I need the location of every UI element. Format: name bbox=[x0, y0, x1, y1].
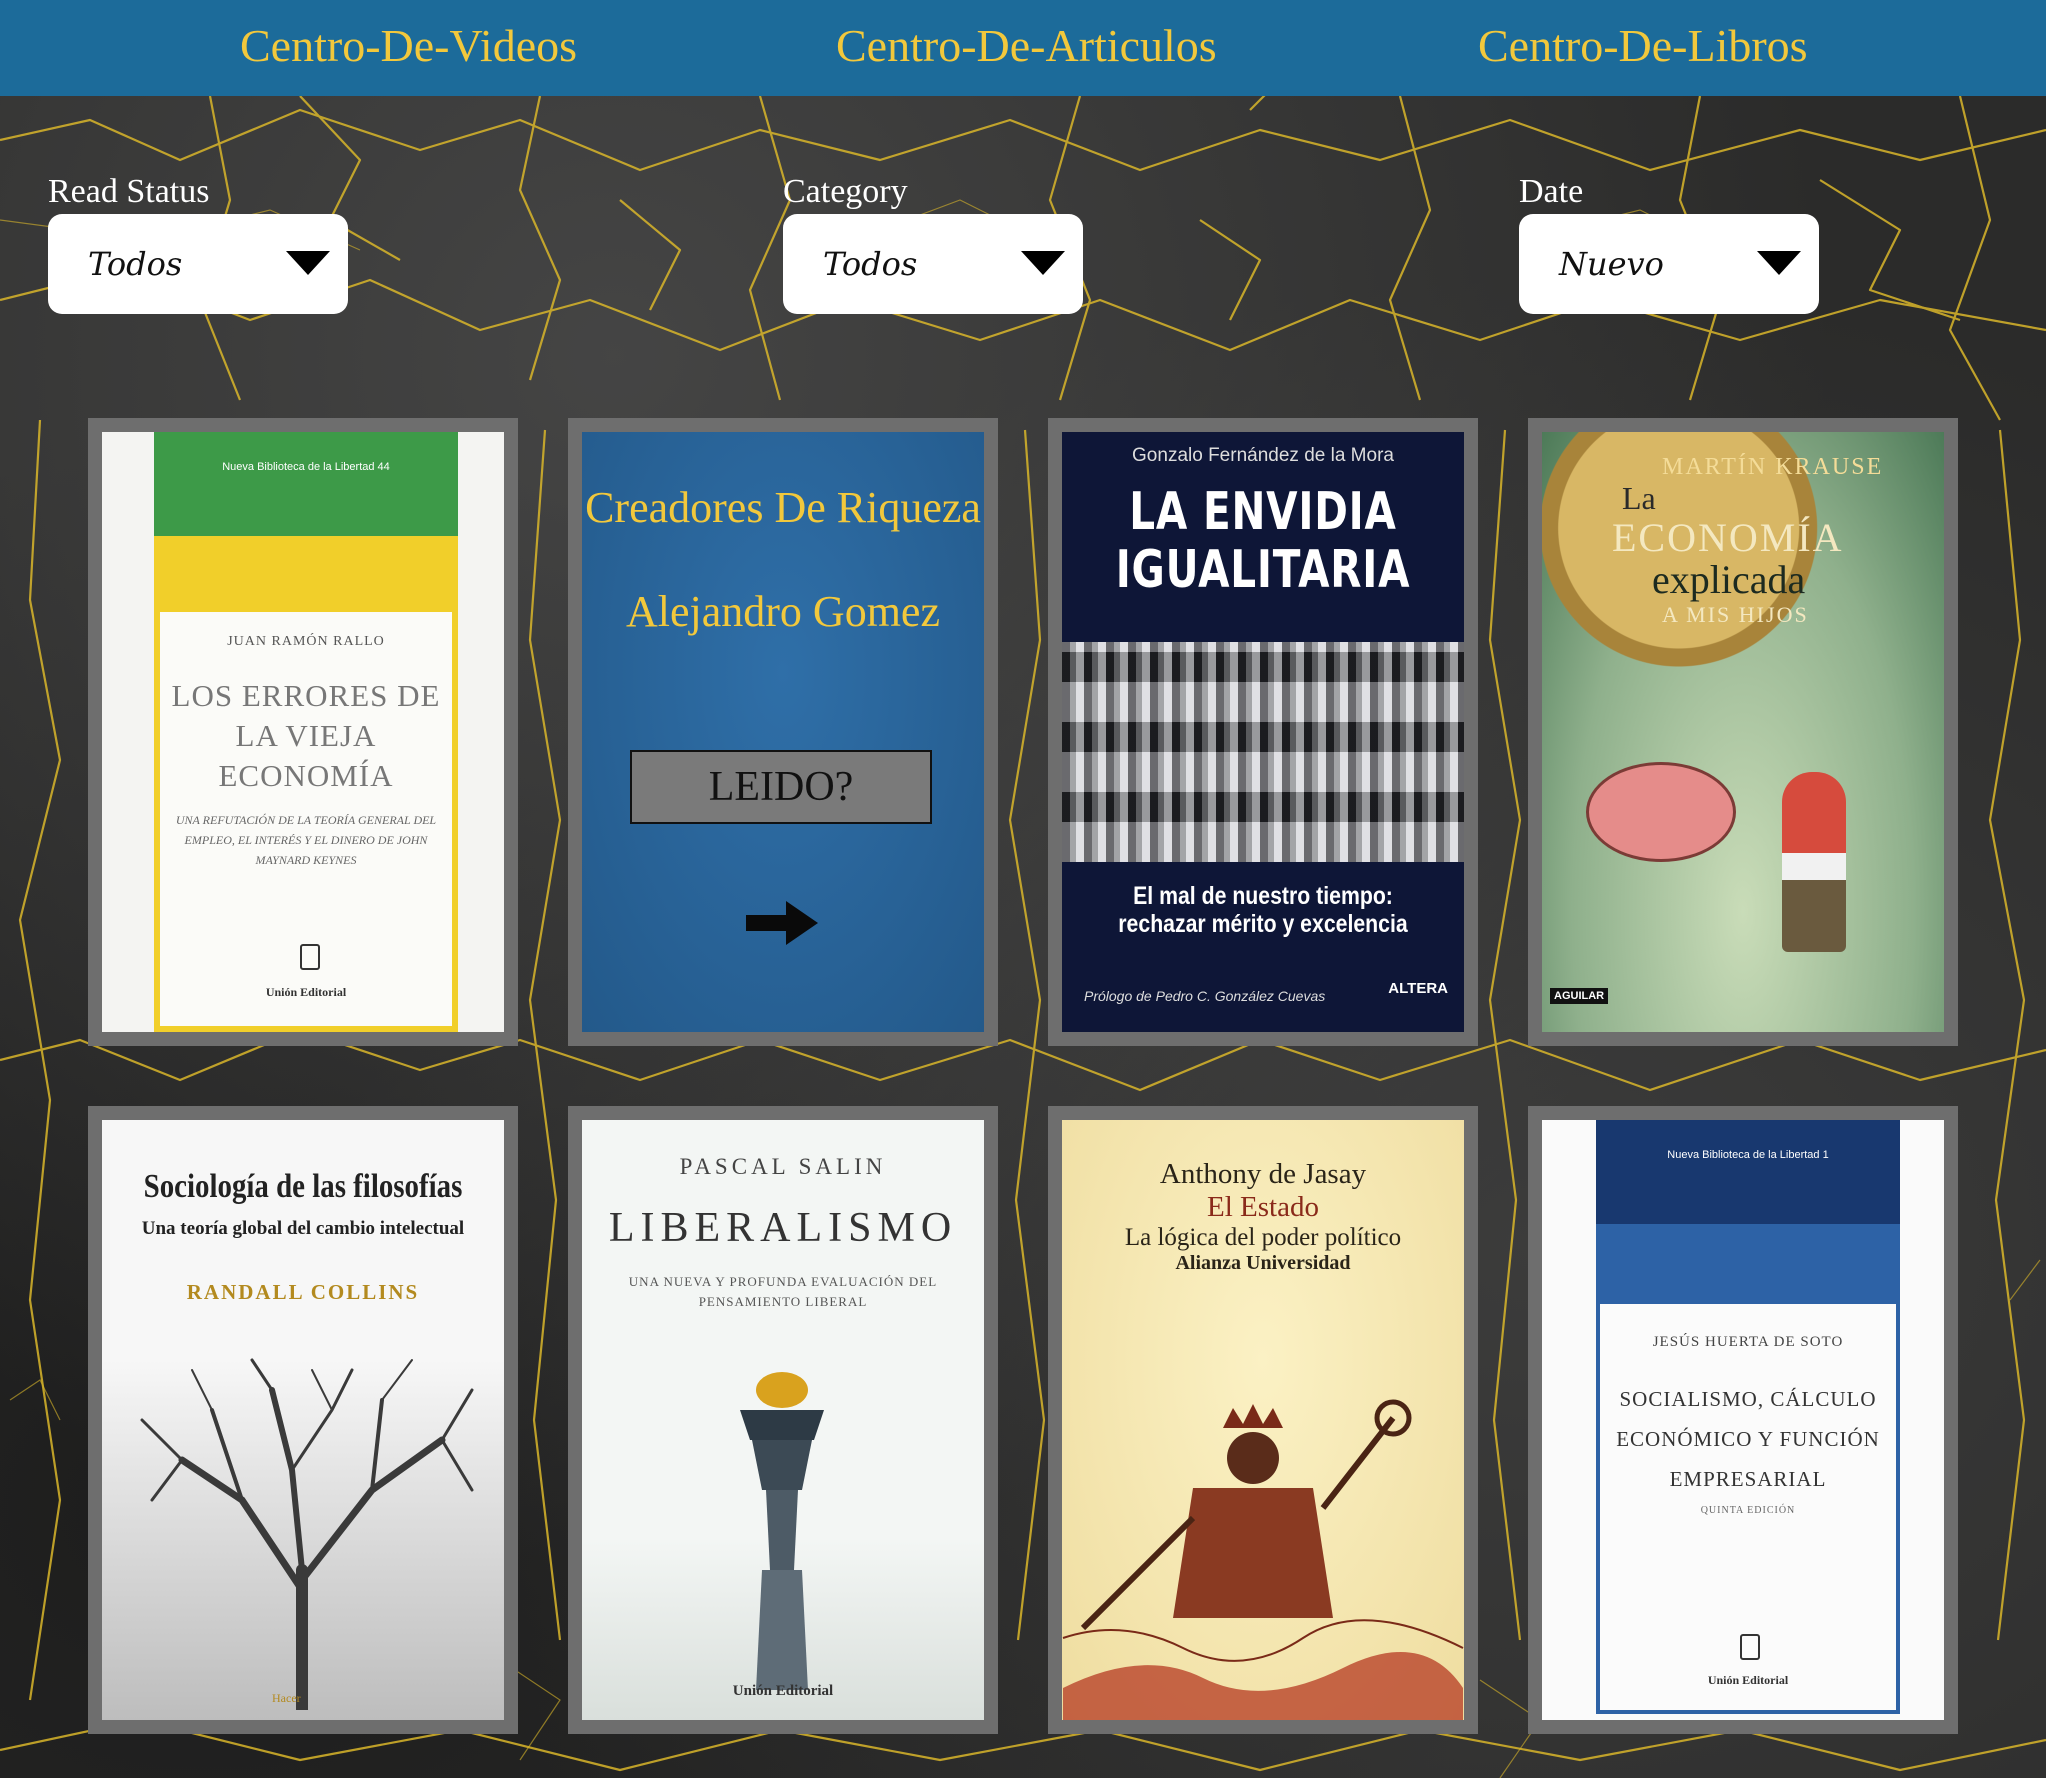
book-subtitle: El mal de nuestro tiempo: rechazar mérit… bbox=[1118, 882, 1408, 938]
piggy-bank-illustration bbox=[1586, 762, 1736, 862]
date-label: Date bbox=[1519, 173, 1584, 210]
book-subtitle: Una teoría global del cambio intelectual bbox=[141, 1218, 465, 1239]
book-cover: PASCAL SALIN LIBERALISMO UNA NUEVA Y PRO… bbox=[582, 1120, 984, 1720]
nav-link-videos[interactable]: Centro-De-Videos bbox=[240, 18, 577, 74]
book-title: LIBERALISMO bbox=[608, 1205, 958, 1251]
publisher-logo-icon bbox=[300, 944, 320, 970]
book-author: Alejandro Gomez bbox=[626, 587, 940, 636]
book-publisher: AGUILAR bbox=[1550, 988, 1609, 1004]
book-cover: Nueva Biblioteca de la Libertad 1 JESÚS … bbox=[1542, 1120, 1944, 1720]
book-card[interactable]: PASCAL SALIN LIBERALISMO UNA NUEVA Y PRO… bbox=[568, 1106, 998, 1734]
publisher-logo-icon bbox=[1740, 1634, 1760, 1660]
chevron-down-icon bbox=[1757, 251, 1801, 275]
top-navigation-bar: Centro-De-Videos Centro-De-Articulos Cen… bbox=[0, 0, 2046, 96]
book-subtitle: UNA NUEVA Y PROFUNDA EVALUACIÓN DEL PENS… bbox=[628, 1274, 938, 1309]
torch-illustration bbox=[740, 1372, 824, 1690]
book-title-part: A MIS HIJOS bbox=[1662, 602, 1809, 627]
book-author: JUAN RAMÓN RALLO bbox=[227, 634, 385, 649]
book-card[interactable]: Gonzalo Fernández de la Mora LA ENVIDIA … bbox=[1048, 418, 1478, 1046]
arrow-right-icon[interactable] bbox=[744, 898, 820, 948]
book-author: Gonzalo Fernández de la Mora bbox=[1132, 445, 1394, 466]
book-subtitle: UNA REFUTACIÓN DE LA TEORÍA GENERAL DEL … bbox=[175, 813, 437, 867]
book-author: RANDALL COLLINS bbox=[186, 1280, 420, 1304]
book-publisher: Unión Editorial bbox=[265, 985, 347, 999]
cover-body: JESÚS HUERTA DE SOTO SOCIALISMO, CÁLCULO… bbox=[1596, 1304, 1900, 1714]
book-title: LA ENVIDIA IGUALITARIA bbox=[1115, 482, 1411, 600]
book-title: El Estado bbox=[1207, 1191, 1319, 1223]
book-publisher: Alianza Universidad bbox=[1175, 1252, 1351, 1274]
book-publisher: Unión Editorial bbox=[732, 1683, 834, 1699]
book-prologue: Prólogo de Pedro C. González Cuevas bbox=[1084, 988, 1326, 1004]
book-card-no-cover[interactable]: Creadores De Riqueza Alejandro Gomez LEI… bbox=[568, 418, 998, 1046]
category-value: Todos bbox=[823, 245, 918, 283]
date-select[interactable]: Nuevo bbox=[1519, 214, 1819, 314]
cover-illustration bbox=[1062, 642, 1464, 862]
book-card[interactable]: Sociología de las filosofías Una teoría … bbox=[88, 1106, 518, 1734]
chevron-down-icon bbox=[1021, 251, 1065, 275]
chevron-down-icon bbox=[286, 251, 330, 275]
book-subtitle: La lógica del poder político bbox=[1124, 1224, 1402, 1251]
nav-link-articulos[interactable]: Centro-De-Articulos bbox=[836, 18, 1217, 74]
tree-illustration bbox=[140, 1358, 474, 1710]
book-title: Creadores De Riqueza bbox=[585, 483, 981, 532]
book-author: Anthony de Jasay bbox=[1159, 1158, 1367, 1190]
read-status-value: Todos bbox=[88, 245, 183, 283]
book-title-part: ECONOMÍA bbox=[1612, 515, 1844, 560]
date-value: Nuevo bbox=[1559, 245, 1664, 283]
book-cover: Nueva Biblioteca de la Libertad 44 JUAN … bbox=[102, 432, 504, 1032]
book-author: JESÚS HUERTA DE SOTO bbox=[1652, 1334, 1844, 1350]
cover-band bbox=[1596, 1224, 1900, 1304]
book-title: LOS ERRORES DE LA VIEJA ECONOMÍA bbox=[171, 678, 441, 793]
book-publisher: Unión Editorial bbox=[1707, 1673, 1789, 1687]
book-cover: Anthony de Jasay El Estado La lógica del… bbox=[1062, 1120, 1464, 1720]
child-illustration bbox=[1782, 772, 1846, 952]
series-label: Nueva Biblioteca de la Libertad 44 bbox=[154, 432, 458, 536]
category-label: Category bbox=[783, 173, 908, 210]
book-title-part: La bbox=[1622, 480, 1656, 516]
book-author: MARTÍN KRAUSE bbox=[1662, 454, 1884, 480]
series-label: Nueva Biblioteca de la Libertad 1 bbox=[1596, 1120, 1900, 1224]
leviathan-illustration bbox=[1062, 1399, 1464, 1720]
book-card[interactable]: Anthony de Jasay El Estado La lógica del… bbox=[1048, 1106, 1478, 1734]
placeholder-cover: Creadores De Riqueza Alejandro Gomez LEI… bbox=[582, 432, 984, 1032]
book-cover: Gonzalo Fernández de la Mora LA ENVIDIA … bbox=[1062, 432, 1464, 1032]
read-status-label: Read Status bbox=[48, 173, 210, 210]
book-cover: MARTÍN KRAUSE La ECONOMÍA explicada A MI… bbox=[1542, 432, 1944, 1032]
read-status-filter: Read Status Todos bbox=[48, 170, 348, 314]
book-cover: Sociología de las filosofías Una teoría … bbox=[102, 1120, 504, 1720]
cover-body: JUAN RAMÓN RALLO LOS ERRORES DE LA VIEJA… bbox=[154, 612, 458, 1032]
book-card[interactable]: Nueva Biblioteca de la Libertad 44 JUAN … bbox=[88, 418, 518, 1046]
nav-link-libros[interactable]: Centro-De-Libros bbox=[1478, 18, 1808, 74]
book-publisher: ALTERA bbox=[1388, 980, 1448, 997]
book-title: SOCIALISMO, CÁLCULO ECONÓMICO Y FUNCIÓN … bbox=[1616, 1387, 1880, 1491]
book-title: Sociología de las filosofías bbox=[143, 1168, 463, 1205]
mark-read-button[interactable]: LEIDO? bbox=[630, 750, 932, 824]
category-select[interactable]: Todos bbox=[783, 214, 1083, 314]
date-filter: Date Nuevo bbox=[1519, 170, 1819, 314]
read-status-select[interactable]: Todos bbox=[48, 214, 348, 314]
book-edition: QUINTA EDICIÓN bbox=[1700, 1505, 1796, 1516]
book-card[interactable]: MARTÍN KRAUSE La ECONOMÍA explicada A MI… bbox=[1528, 418, 1958, 1046]
book-author: PASCAL SALIN bbox=[679, 1154, 887, 1179]
category-filter: Category Todos bbox=[783, 170, 1083, 314]
book-title-part: explicada bbox=[1652, 557, 1806, 602]
book-card[interactable]: Nueva Biblioteca de la Libertad 1 JESÚS … bbox=[1528, 1106, 1958, 1734]
cover-band bbox=[154, 536, 458, 612]
book-publisher: Hacer bbox=[272, 1691, 301, 1705]
